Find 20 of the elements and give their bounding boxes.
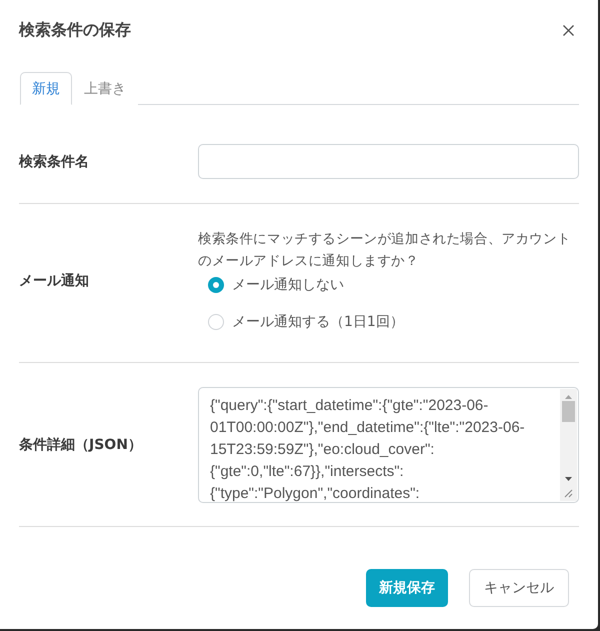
radio-option[interactable]: メール通知する（1日1回）	[208, 311, 579, 333]
radio-option[interactable]: メール通知しない	[208, 274, 579, 296]
tab[interactable]: 新規	[20, 72, 72, 105]
scroll-up-icon[interactable]	[565, 395, 572, 399]
radio-icon[interactable]	[208, 314, 224, 330]
radio-selected-icon[interactable]	[208, 277, 224, 293]
search-name-input[interactable]	[198, 144, 579, 179]
dialog-title: 検索条件の保存	[19, 20, 131, 41]
notification-description: 検索条件にマッチするシーンが追加された場合、アカウントのメールアドレスに通知しますか？	[198, 230, 572, 271]
field-label: 検索条件名	[19, 152, 90, 170]
json-textarea[interactable]: {"query":{"start_datetime":{"gte":"2023-06-01T00:00:00Z"},"end_datetime":{"lte":"2023-06-15T23:59:59Z"},"eo:cloud_cover":{"gte":0,"lte":67}},"intersects":{"type":"Polygon","coordinates":	[198, 387, 579, 503]
scrollbar-thumb[interactable]	[562, 401, 575, 422]
scroll-down-icon[interactable]	[565, 477, 572, 481]
close-icon	[563, 25, 574, 36]
radio-label: メール通知しない	[232, 276, 344, 294]
field-label: 条件詳細（JSON）	[19, 436, 143, 454]
field-label: メール通知	[19, 272, 90, 290]
cancel-button[interactable]: キャンセル	[469, 569, 569, 607]
radio-label: メール通知する（1日1回）	[232, 313, 404, 331]
resize-grip-icon[interactable]	[564, 489, 573, 498]
